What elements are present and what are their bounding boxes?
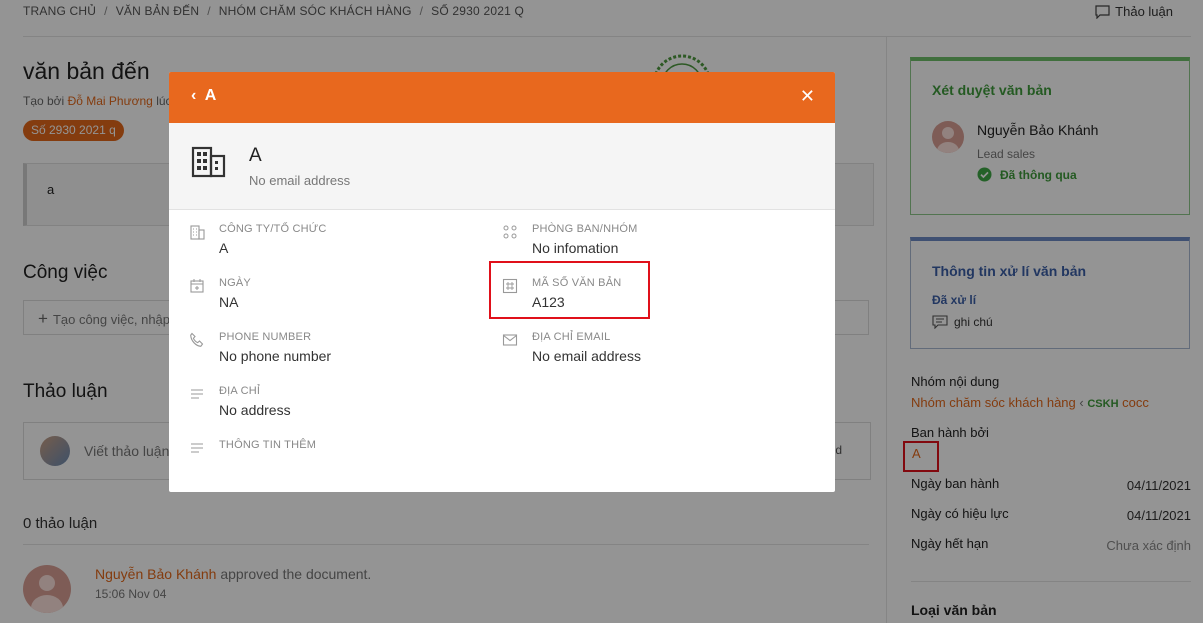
highlight-box — [489, 261, 650, 319]
modal-back-button[interactable]: ‹ A — [191, 87, 216, 105]
phone-icon — [190, 332, 204, 347]
department-label: PHÒNG BAN/NHÓM — [532, 223, 638, 235]
lines-icon — [191, 443, 203, 453]
contact-modal: ‹ A ✕ A No email address CÔNG TY/TỔ CHỨC… — [169, 72, 835, 492]
close-icon[interactable]: ✕ — [800, 86, 815, 107]
phone-value: No phone number — [219, 348, 332, 364]
address-field: ĐỊA CHỈ No address — [219, 385, 291, 418]
lines-icon — [191, 389, 203, 399]
email-value: No email address — [532, 348, 641, 364]
modal-entity-summary: A No email address — [169, 123, 835, 210]
email-field: ĐỊA CHỈ EMAIL No email address — [532, 331, 641, 364]
chevron-left-icon: ‹ — [191, 87, 197, 104]
entity-name: A — [249, 145, 262, 166]
more-info-field: THÔNG TIN THÊM — [219, 439, 316, 451]
calendar-icon — [190, 279, 204, 293]
department-value: No infomation — [532, 240, 619, 256]
email-icon — [502, 334, 518, 346]
modal-header-title: A — [204, 87, 217, 104]
phone-label: PHONE NUMBER — [219, 331, 312, 343]
address-label: ĐỊA CHỈ — [219, 385, 261, 397]
building-icon — [191, 146, 226, 178]
department-icon — [503, 225, 517, 239]
company-label: CÔNG TY/TỔ CHỨC — [219, 223, 327, 235]
company-field: CÔNG TY/TỔ CHỨC A — [219, 223, 327, 256]
company-value: A — [219, 240, 229, 256]
department-field: PHÒNG BAN/NHÓM No infomation — [532, 223, 637, 256]
date-field: NGÀY NA — [219, 277, 251, 310]
date-label: NGÀY — [219, 277, 251, 289]
email-label: ĐỊA CHỈ EMAIL — [532, 331, 611, 343]
phone-field: PHONE NUMBER No phone number — [219, 331, 331, 364]
more-info-label: THÔNG TIN THÊM — [219, 439, 317, 451]
address-value: No address — [219, 402, 291, 418]
date-value: NA — [219, 294, 239, 310]
company-icon — [190, 225, 205, 240]
modal-header: ‹ A ✕ — [169, 72, 835, 123]
entity-email: No email address — [249, 173, 351, 188]
